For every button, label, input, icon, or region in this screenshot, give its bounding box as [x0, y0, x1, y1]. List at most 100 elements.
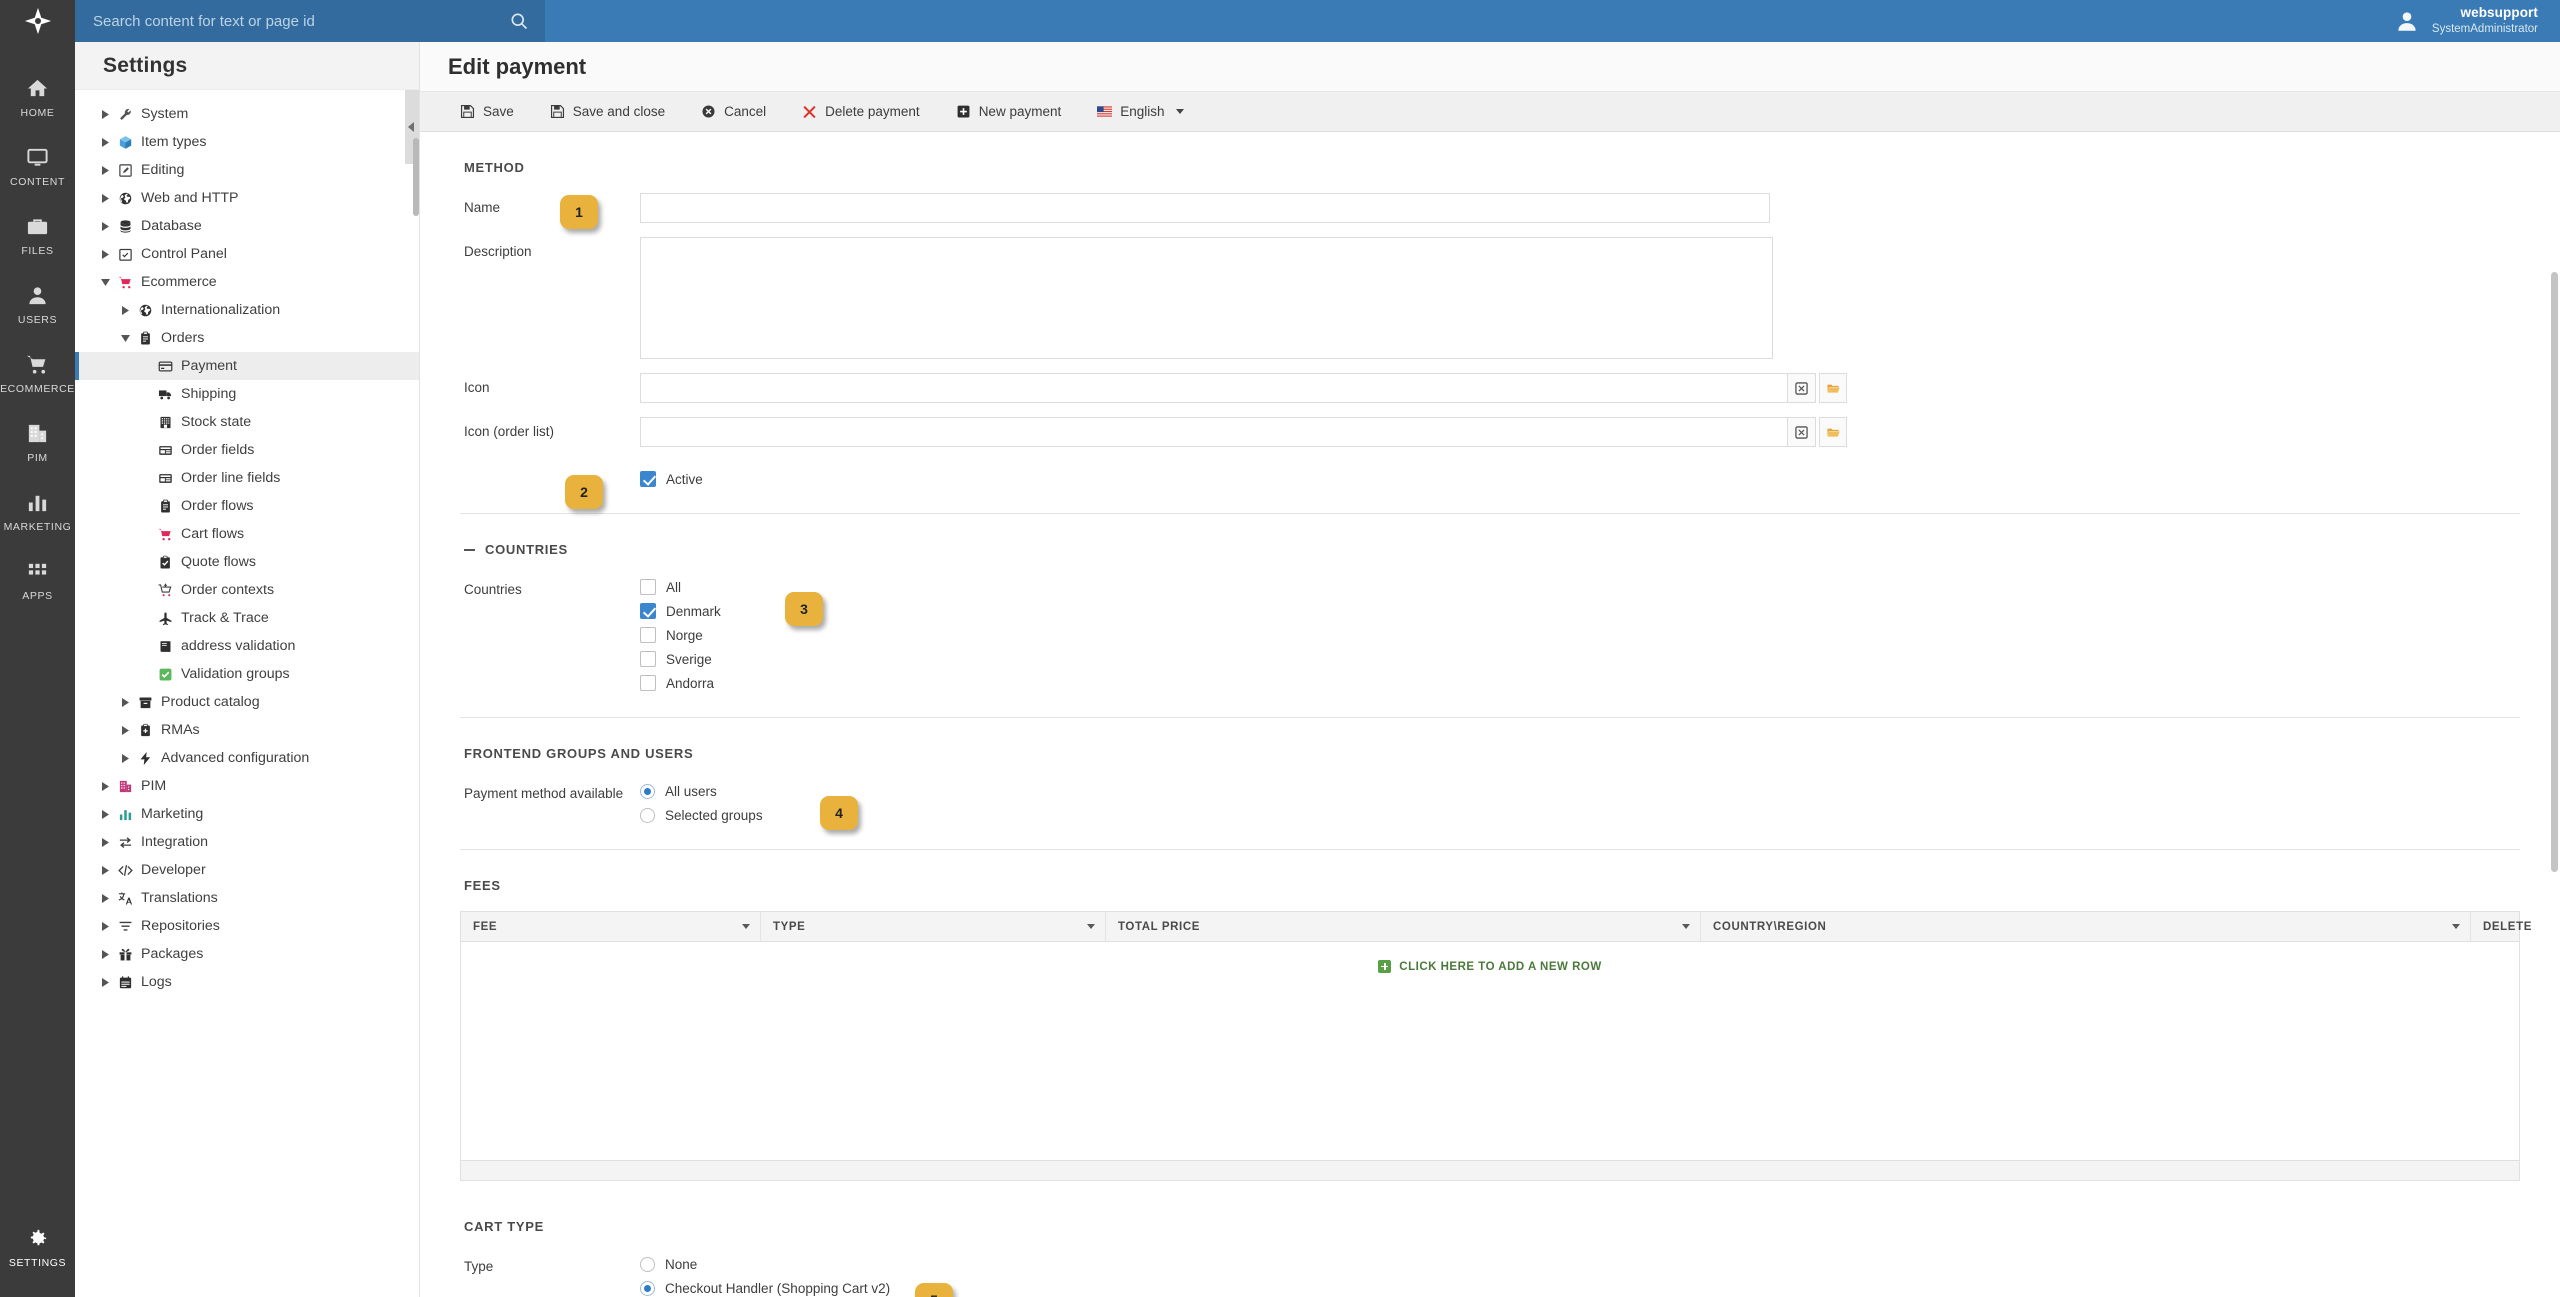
chevron-down-icon[interactable]	[117, 334, 133, 343]
tree-node-integration[interactable]: Integration	[75, 828, 419, 856]
add-new-row-button[interactable]: CLICK HERE TO ADD A NEW ROW	[461, 960, 2519, 973]
tree-node-logs[interactable]: Logs	[75, 968, 419, 996]
collapse-minus-icon[interactable]	[464, 548, 475, 551]
chevron-right-icon[interactable]	[97, 221, 113, 231]
tree-node-order-flows[interactable]: Order flows	[75, 492, 419, 520]
tree-scrollbar[interactable]	[413, 138, 419, 216]
toolbar-cancel[interactable]: Cancel	[683, 92, 784, 132]
fees-column-country-region[interactable]: COUNTRY\REGION	[1701, 911, 2471, 942]
tree-node-repositories[interactable]: Repositories	[75, 912, 419, 940]
chevron-right-icon[interactable]	[97, 949, 113, 959]
chevron-down-icon[interactable]	[97, 278, 113, 287]
chevron-down-icon[interactable]	[742, 924, 750, 929]
rail-item-home[interactable]: HOME	[0, 64, 75, 133]
tree-node-marketing[interactable]: Marketing	[75, 800, 419, 828]
tree-node-packages[interactable]: Packages	[75, 940, 419, 968]
frontend-option-all-users[interactable]: All users	[640, 779, 763, 803]
country-option-all[interactable]: All	[640, 575, 721, 599]
tree-node-address-validation[interactable]: address validation	[75, 632, 419, 660]
icon-clear-button[interactable]	[1788, 373, 1816, 403]
tree-node-editing[interactable]: Editing	[75, 156, 419, 184]
rail-item-apps[interactable]: APPS	[0, 547, 75, 616]
icon-order-browse-button[interactable]	[1819, 417, 1847, 447]
cart-type-option-none[interactable]: None	[640, 1252, 890, 1276]
tree-node-database[interactable]: Database	[75, 212, 419, 240]
chevron-right-icon[interactable]	[97, 865, 113, 875]
tree-node-item-types[interactable]: Item types	[75, 128, 419, 156]
tree-node-cart-flows[interactable]: Cart flows	[75, 520, 419, 548]
country-option-norge[interactable]: Norge	[640, 623, 721, 647]
chevron-down-icon[interactable]	[2452, 924, 2460, 929]
search-icon[interactable]	[509, 11, 529, 31]
tree-node-developer[interactable]: Developer	[75, 856, 419, 884]
description-textarea[interactable]	[640, 237, 1773, 359]
chevron-right-icon[interactable]	[97, 837, 113, 847]
tree-node-stock-state[interactable]: Stock state	[75, 408, 419, 436]
toolbar-save[interactable]: Save	[442, 92, 532, 132]
name-input[interactable]	[640, 193, 1770, 223]
chevron-right-icon[interactable]	[97, 893, 113, 903]
tree-node-shipping[interactable]: Shipping	[75, 380, 419, 408]
tree-node-system[interactable]: System	[75, 100, 419, 128]
tree-node-order-contexts[interactable]: Order contexts	[75, 576, 419, 604]
fees-column-fee[interactable]: FEE	[461, 911, 761, 942]
toolbar-save-and-close[interactable]: Save and close	[532, 92, 683, 132]
chevron-right-icon[interactable]	[97, 921, 113, 931]
tree-node-ecommerce[interactable]: Ecommerce	[75, 268, 419, 296]
toolbar-english[interactable]: English	[1079, 92, 1201, 132]
tree-node-pim[interactable]: PIM	[75, 772, 419, 800]
fees-column-delete[interactable]: DELETE	[2471, 912, 2544, 942]
chevron-right-icon[interactable]	[117, 753, 133, 763]
chevron-down-icon[interactable]	[1087, 924, 1095, 929]
chevron-right-icon[interactable]	[97, 109, 113, 119]
rail-item-settings[interactable]: SETTINGS	[0, 1214, 75, 1283]
fees-column-type[interactable]: TYPE	[761, 911, 1106, 942]
chevron-down-icon[interactable]	[1682, 924, 1690, 929]
icon-input[interactable]	[640, 373, 1788, 403]
cart-type-option-checkout-handler-shopping-cart-v2[interactable]: Checkout Handler (Shopping Cart v2)	[640, 1276, 890, 1297]
toolbar-delete-payment[interactable]: Delete payment	[784, 92, 938, 132]
chevron-right-icon[interactable]	[97, 137, 113, 147]
icon-order-clear-button[interactable]	[1788, 417, 1816, 447]
global-search[interactable]	[75, 0, 545, 42]
chevron-right-icon[interactable]	[97, 781, 113, 791]
tree-node-web-and-http[interactable]: Web and HTTP	[75, 184, 419, 212]
tree-node-control-panel[interactable]: Control Panel	[75, 240, 419, 268]
chevron-right-icon[interactable]	[97, 977, 113, 987]
rail-item-ecommerce[interactable]: ECOMMERCE	[0, 340, 75, 409]
chevron-right-icon[interactable]	[97, 165, 113, 175]
toolbar-new-payment[interactable]: New payment	[938, 92, 1080, 132]
rail-item-content[interactable]: CONTENT	[0, 133, 75, 202]
chevron-right-icon[interactable]	[117, 725, 133, 735]
chevron-right-icon[interactable]	[97, 249, 113, 259]
tree-node-order-line-fields[interactable]: Order line fields	[75, 464, 419, 492]
country-option-denmark[interactable]: Denmark	[640, 599, 721, 623]
rail-item-marketing[interactable]: MARKETING	[0, 478, 75, 547]
user-menu[interactable]: websupport SystemAdministrator	[2383, 0, 2560, 42]
chevron-right-icon[interactable]	[117, 697, 133, 707]
tree-node-payment[interactable]: Payment	[75, 352, 419, 380]
tree-node-quote-flows[interactable]: Quote flows	[75, 548, 419, 576]
frontend-option-selected-groups[interactable]: Selected groups	[640, 803, 763, 827]
chevron-right-icon[interactable]	[117, 305, 133, 315]
icon-browse-button[interactable]	[1819, 373, 1847, 403]
rail-item-files[interactable]: FILES	[0, 202, 75, 271]
search-input[interactable]	[93, 12, 509, 30]
tree-node-orders[interactable]: Orders	[75, 324, 419, 352]
tree-node-advanced-configuration[interactable]: Advanced configuration	[75, 744, 419, 772]
tree-node-track-trace[interactable]: Track & Trace	[75, 604, 419, 632]
country-option-sverige[interactable]: Sverige	[640, 647, 721, 671]
tree-node-product-catalog[interactable]: Product catalog	[75, 688, 419, 716]
rail-item-users[interactable]: USERS	[0, 271, 75, 340]
tree-node-translations[interactable]: Translations	[75, 884, 419, 912]
app-logo[interactable]	[0, 0, 75, 42]
country-option-andorra[interactable]: Andorra	[640, 671, 721, 695]
active-checkbox[interactable]: Active	[640, 467, 703, 491]
tree-node-internationalization[interactable]: Internationalization	[75, 296, 419, 324]
chevron-right-icon[interactable]	[97, 809, 113, 819]
fees-column-total-price[interactable]: TOTAL PRICE	[1106, 911, 1701, 942]
tree-node-order-fields[interactable]: Order fields	[75, 436, 419, 464]
icon-order-input[interactable]	[640, 417, 1788, 447]
tree-node-validation-groups[interactable]: Validation groups	[75, 660, 419, 688]
rail-item-pim[interactable]: PIM	[0, 409, 75, 478]
